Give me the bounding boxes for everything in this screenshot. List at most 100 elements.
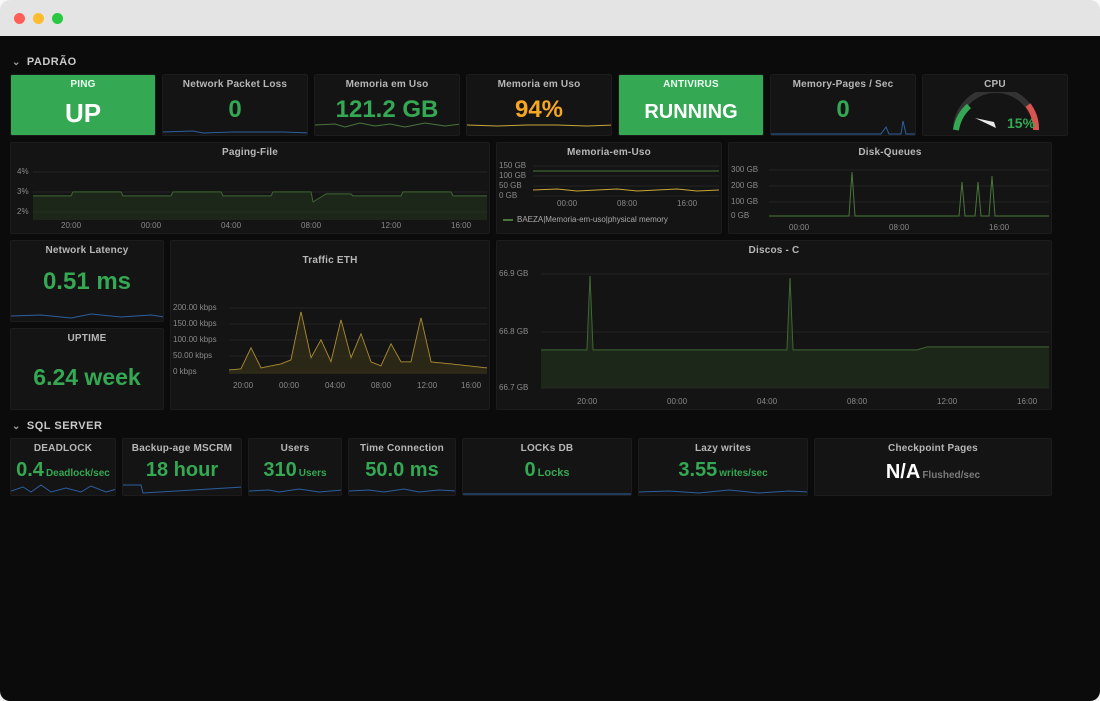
panel-title: ANTIVIRUS [619,75,763,92]
panel-memory-pages[interactable]: Memory-Pages / Sec 0 [770,74,916,136]
panel-locks-db[interactable]: LOCKs DB 0Locks [462,438,632,496]
panel-antivirus[interactable]: ANTIVIRUS RUNNING [618,74,764,136]
chevron-down-icon: ⌄ [12,57,21,68]
panel-uptime[interactable]: UPTIME 6.24 week [10,328,164,410]
maximize-icon[interactable] [52,13,63,24]
svg-text:300 GB: 300 GB [731,165,758,174]
svg-text:15%: 15% [1007,115,1036,131]
svg-text:08:00: 08:00 [301,221,322,230]
stat-value: N/A [886,457,920,483]
svg-text:12:00: 12:00 [937,397,958,406]
panel-title: Paging-File [11,143,489,160]
panel-title: Network Latency [11,241,163,258]
svg-text:04:00: 04:00 [757,397,778,406]
sparkline [771,117,916,135]
column-left-stats: Network Latency 0.51 ms UPTIME 6.24 week [10,240,164,410]
svg-text:20:00: 20:00 [577,397,598,406]
panel-title: CPU [923,75,1067,92]
svg-text:12:00: 12:00 [381,221,402,230]
svg-text:08:00: 08:00 [847,397,868,406]
panel-title: Lazy writes [639,439,807,456]
panel-title: UPTIME [11,329,163,346]
sparkline [349,477,456,495]
panel-title: Users [249,439,341,456]
svg-text:50.00 kbps: 50.00 kbps [173,351,212,360]
svg-text:66.9 GB: 66.9 GB [499,269,528,278]
svg-text:4%: 4% [17,167,29,176]
stat-value: 6.24 week [11,346,163,389]
panel-users[interactable]: Users 310Users [248,438,342,496]
svg-text:66.8 GB: 66.8 GB [499,327,528,336]
sparkline [249,477,342,495]
panel-title: Memoria em Uso [315,75,459,92]
panel-cpu[interactable]: CPU 15% [922,74,1068,136]
panel-memoria-pct[interactable]: Memoria em Uso 94% [466,74,612,136]
svg-text:08:00: 08:00 [889,223,910,232]
svg-text:00:00: 00:00 [141,221,162,230]
panel-time-connection[interactable]: Time Connection 50.0 ms [348,438,456,496]
svg-text:16:00: 16:00 [1017,397,1038,406]
panel-lazy-writes[interactable]: Lazy writes 3.55writes/sec [638,438,808,496]
svg-text:00:00: 00:00 [667,397,688,406]
svg-text:20:00: 20:00 [61,221,82,230]
browser-window: ⌄ PADRÃO PING UP Network Packet Loss 0 M… [0,0,1100,701]
gauge-cpu: 15% [923,92,1068,136]
panel-title: Discos - C [497,241,1051,258]
panel-discos-c[interactable]: Discos - C 66.9 GB 66.8 GB 66.7 GB 20:00… [496,240,1052,410]
svg-text:16:00: 16:00 [451,221,472,230]
svg-text:150.00 kbps: 150.00 kbps [173,319,217,328]
sparkline [163,117,308,135]
chart-disk-queues: 300 GB 200 GB 100 GB 0 GB 00:00 08:00 16… [729,160,1052,234]
row-charts-medium: Paging-File 4% 3% 2% 20:00 00:00 04:00 0… [10,142,1090,234]
svg-text:100 GB: 100 GB [499,171,526,180]
row-large-charts: Network Latency 0.51 ms UPTIME 6.24 week… [10,240,1090,410]
svg-text:08:00: 08:00 [617,199,638,208]
chevron-down-icon: ⌄ [12,421,21,432]
panel-title: LOCKs DB [463,439,631,456]
panel-title: Checkpoint Pages [815,439,1051,456]
panel-checkpoint-pages[interactable]: Checkpoint Pages N/AFlushed/sec [814,438,1052,496]
svg-text:08:00: 08:00 [371,381,392,390]
panel-disk-queues[interactable]: Disk-Queues 300 GB 200 GB 100 GB 0 GB 00… [728,142,1052,234]
stat-value: RUNNING [619,92,763,122]
stat-value: UP [11,92,155,126]
svg-text:3%: 3% [17,187,29,196]
svg-text:200 GB: 200 GB [731,181,758,190]
svg-text:0 GB: 0 GB [731,211,749,220]
sparkline [467,117,612,135]
panel-memoria-em-uso-chart[interactable]: Memoria-em-Uso 150 GB 100 GB 50 GB 0 GB … [496,142,722,234]
svg-text:200.00 kbps: 200.00 kbps [173,303,217,312]
sparkline [11,477,116,495]
panel-paging-file[interactable]: Paging-File 4% 3% 2% 20:00 00:00 04:00 0… [10,142,490,234]
panel-packet-loss[interactable]: Network Packet Loss 0 [162,74,308,136]
section-title: SQL SERVER [27,420,103,432]
panel-traffic-eth[interactable]: Traffic ETH 200.00 kbps 150.00 kbps 100.… [170,240,490,410]
panel-deadlock[interactable]: DEADLOCK 0.4Deadlock/sec [10,438,116,496]
svg-text:00:00: 00:00 [789,223,810,232]
panel-network-latency[interactable]: Network Latency 0.51 ms [10,240,164,322]
close-icon[interactable] [14,13,25,24]
svg-text:0 GB: 0 GB [499,191,517,200]
panel-ping[interactable]: PING UP [10,74,156,136]
dashboard-viewport: ⌄ PADRÃO PING UP Network Packet Loss 0 M… [0,36,1100,701]
panel-title: PING [11,75,155,92]
panel-title: Memory-Pages / Sec [771,75,915,92]
svg-text:16:00: 16:00 [461,381,482,390]
chart-traffic-eth: 200.00 kbps 150.00 kbps 100.00 kbps 50.0… [171,268,490,402]
chart-memoria-em-uso: 150 GB 100 GB 50 GB 0 GB 00:00 08:00 16:… [497,160,722,208]
panel-backup-age[interactable]: Backup-age MSCRM 18 hour [122,438,242,496]
svg-text:2%: 2% [17,207,29,216]
panel-title: Memoria em Uso [467,75,611,92]
panel-title: Time Connection [349,439,455,456]
sparkline [639,477,808,495]
panel-memoria-abs[interactable]: Memoria em Uso 121.2 GB [314,74,460,136]
minimize-icon[interactable] [33,13,44,24]
section-title: PADRÃO [27,56,77,68]
section-header-padrao[interactable]: ⌄ PADRÃO [12,56,1088,68]
panel-title: Disk-Queues [729,143,1051,160]
panel-title: Traffic ETH [171,241,489,268]
sparkline [11,303,164,321]
svg-text:100 GB: 100 GB [731,197,758,206]
sparkline [463,477,632,495]
section-header-sql[interactable]: ⌄ SQL SERVER [12,420,1088,432]
